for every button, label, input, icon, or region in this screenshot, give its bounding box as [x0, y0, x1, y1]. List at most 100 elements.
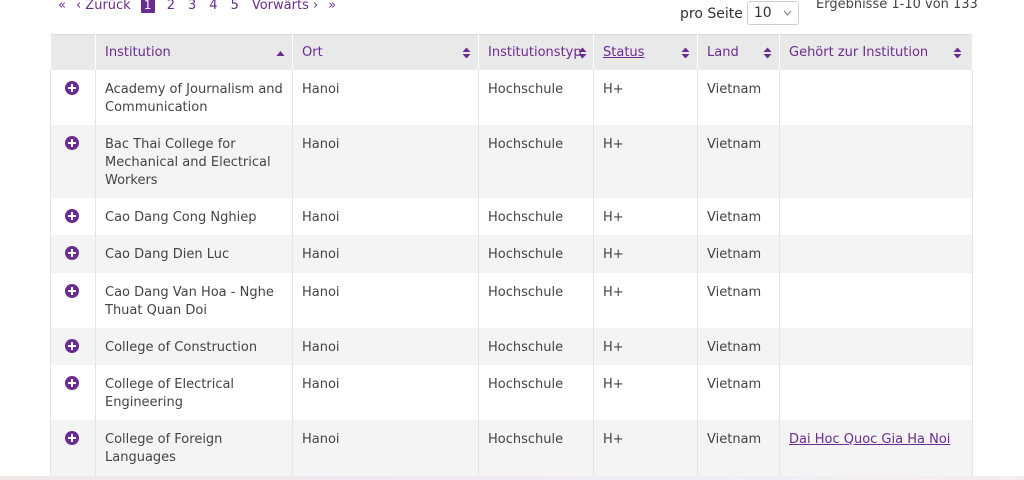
cell-land: Vietnam: [697, 364, 780, 420]
sort-icon[interactable]: [763, 46, 772, 60]
per-page-label: pro Seite: [680, 5, 743, 22]
cell-land: Vietnam: [697, 419, 780, 480]
plus-circle-icon[interactable]: [65, 338, 79, 353]
per-page-select[interactable]: 10: [746, 1, 799, 25]
per-page-value: 10: [753, 5, 772, 21]
sort-icon[interactable]: [681, 46, 690, 60]
cell-typ: Hochschule: [478, 419, 594, 480]
cell-ort: Hanoi: [292, 69, 479, 125]
table-row: Bac Thai College for Mechanical and Elec…: [50, 124, 973, 198]
table-row: Cao Dang Dien Luc Hanoi Hochschule H+ Vi…: [50, 234, 973, 273]
expand-cell: [50, 327, 96, 365]
cell-status: H+: [593, 419, 698, 480]
institutions-table: Institution Ort Institutionstyp Status L…: [50, 34, 973, 480]
cell-institution: College of Foreign Languages: [95, 419, 293, 480]
header-institutionstyp-label: Institutionstyp: [488, 44, 582, 60]
cell-institution: College of Construction: [95, 327, 293, 365]
header-institution-label: Institution: [105, 44, 171, 60]
cell-status: H+: [593, 327, 698, 365]
header-gehoert[interactable]: Gehört zur Institution: [779, 34, 973, 70]
pager-page-link[interactable]: 2: [167, 0, 175, 13]
cell-gehoert: [779, 327, 973, 365]
cell-ort: Hanoi: [292, 124, 479, 198]
cell-typ: Hochschule: [478, 364, 594, 420]
cell-ort: Hanoi: [292, 272, 479, 328]
expand-cell: [50, 69, 96, 125]
cell-institution: College of Electrical Engineering: [95, 364, 293, 420]
cell-status: H+: [593, 69, 698, 125]
plus-circle-icon[interactable]: [65, 245, 79, 260]
pager-page-link[interactable]: 4: [209, 0, 217, 13]
cell-land: Vietnam: [697, 124, 780, 198]
cell-ort: Hanoi: [292, 419, 479, 480]
cell-status: H+: [593, 197, 698, 235]
expand-cell: [50, 234, 96, 273]
cell-gehoert: Dai Hoc Quoc Gia Ha Noi: [779, 419, 973, 480]
cell-institution: Cao Dang Dien Luc: [95, 234, 293, 273]
cell-ort: Hanoi: [292, 327, 479, 365]
plus-circle-icon[interactable]: [65, 430, 79, 445]
header-institutionstyp[interactable]: Institutionstyp: [478, 34, 594, 70]
pager-page-link[interactable]: 5: [231, 0, 239, 13]
sort-icon[interactable]: [578, 46, 587, 60]
cell-land: Vietnam: [697, 327, 780, 365]
expand-cell: [50, 364, 96, 420]
cell-status: H+: [593, 272, 698, 328]
cell-typ: Hochschule: [478, 124, 594, 198]
header-land[interactable]: Land: [697, 34, 780, 70]
cell-land: Vietnam: [697, 197, 780, 235]
cell-institution: Academy of Journalism and Communication: [95, 69, 293, 125]
pager-next-link[interactable]: Vorwärts ›: [252, 0, 318, 13]
table-row: College of Electrical Engineering Hanoi …: [50, 364, 973, 420]
cell-typ: Hochschule: [478, 234, 594, 273]
sort-icon[interactable]: [953, 46, 962, 60]
header-institution[interactable]: Institution: [95, 34, 293, 70]
cell-institution: Bac Thai College for Mechanical and Elec…: [95, 124, 293, 198]
expand-cell: [50, 419, 96, 480]
header-ort[interactable]: Ort: [292, 34, 479, 70]
header-expand-column: [50, 34, 96, 70]
cell-status: H+: [593, 234, 698, 273]
cell-status: H+: [593, 364, 698, 420]
pager-prev-link[interactable]: ‹ Zurück: [76, 0, 131, 13]
table-row: College of Construction Hanoi Hochschule…: [50, 327, 973, 365]
cell-institution: Cao Dang Van Hoa - Nghe Thuat Quan Doi: [95, 272, 293, 328]
table-row: Academy of Journalism and Communication …: [50, 69, 973, 125]
parent-institution-link[interactable]: Dai Hoc Quoc Gia Ha Noi: [789, 432, 950, 447]
bottom-strip: [0, 476, 1024, 480]
sort-icon[interactable]: [462, 46, 471, 60]
cell-institution: Cao Dang Cong Nghiep: [95, 197, 293, 235]
cell-gehoert: [779, 197, 973, 235]
header-ort-label: Ort: [302, 44, 323, 60]
header-land-label: Land: [707, 44, 739, 60]
sort-asc-icon[interactable]: [276, 46, 285, 60]
cell-typ: Hochschule: [478, 327, 594, 365]
plus-circle-icon[interactable]: [65, 80, 79, 95]
expand-cell: [50, 197, 96, 235]
header-status[interactable]: Status: [593, 34, 698, 70]
plus-circle-icon[interactable]: [65, 208, 79, 223]
results-count: Ergebnisse 1-10 von 133: [816, 0, 978, 12]
pager-first-link[interactable]: «: [58, 0, 66, 13]
header-gehoert-label: Gehört zur Institution: [789, 44, 929, 60]
cell-land: Vietnam: [697, 234, 780, 273]
cell-gehoert: [779, 124, 973, 198]
per-page-control: pro Seite 10: [680, 1, 799, 25]
cell-typ: Hochschule: [478, 272, 594, 328]
plus-circle-icon[interactable]: [65, 135, 79, 150]
pager-last-link[interactable]: »: [328, 0, 336, 13]
header-status-label[interactable]: Status: [603, 45, 644, 60]
table-row: Cao Dang Cong Nghiep Hanoi Hochschule H+…: [50, 197, 973, 235]
expand-cell: [50, 272, 96, 328]
pager-current-page: 1: [140, 0, 155, 13]
cell-gehoert: [779, 234, 973, 273]
top-bar: « ‹ Zurück 1 2 3 4 5 Vorwärts › » pro Se…: [0, 0, 1024, 30]
plus-circle-icon[interactable]: [65, 375, 79, 390]
institutions-table-wrapper: Institution Ort Institutionstyp Status L…: [50, 34, 973, 480]
pager-page-link[interactable]: 3: [188, 0, 196, 13]
plus-circle-icon[interactable]: [65, 283, 79, 298]
cell-land: Vietnam: [697, 272, 780, 328]
chevron-down-icon: [783, 6, 792, 23]
table-row: Cao Dang Van Hoa - Nghe Thuat Quan Doi H…: [50, 272, 973, 328]
cell-gehoert: [779, 272, 973, 328]
